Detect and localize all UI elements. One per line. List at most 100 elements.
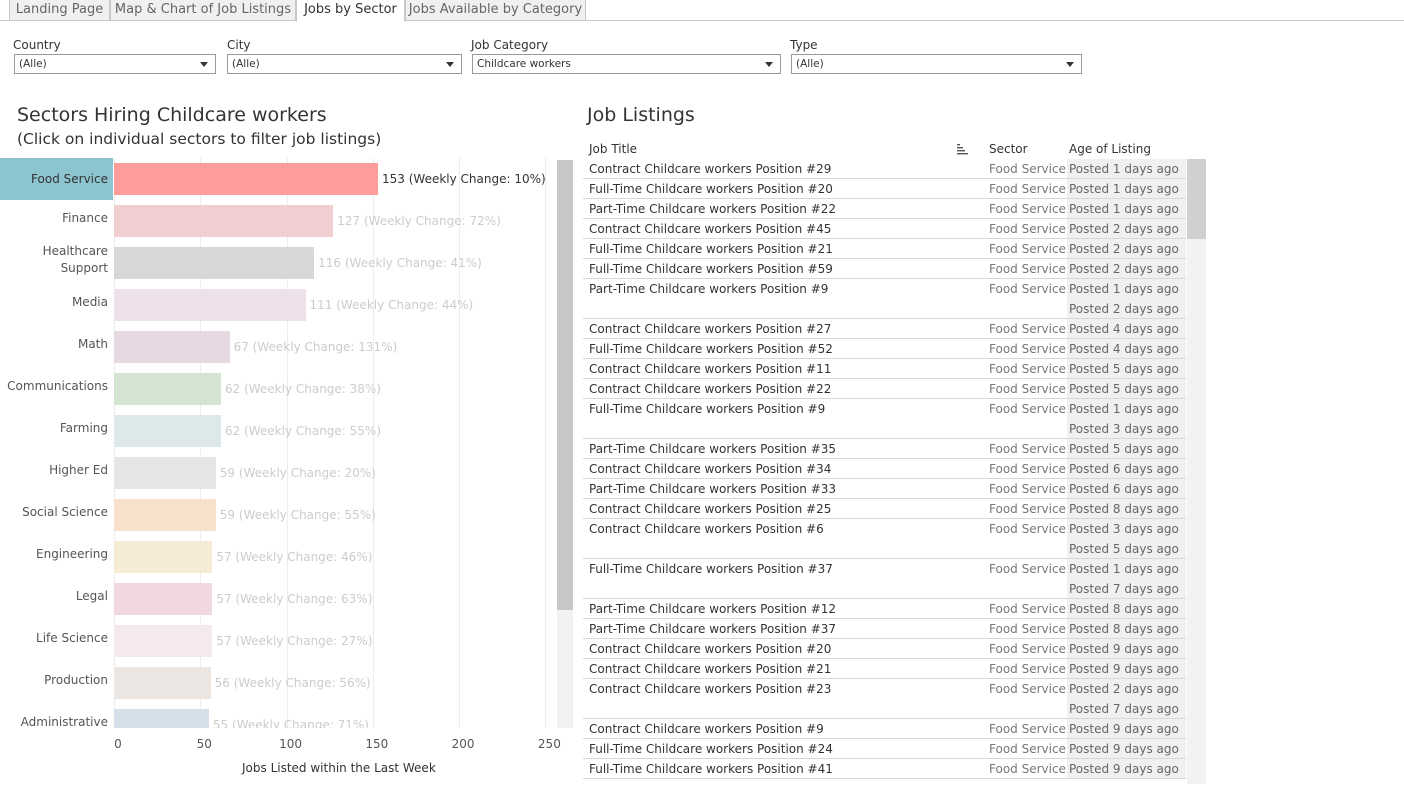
gridline — [545, 158, 547, 728]
city-dropdown[interactable]: (Alle) — [227, 54, 462, 74]
table-row[interactable]: Full-Time Childcare workers Position #52… — [583, 339, 1186, 359]
sector-bar[interactable] — [114, 373, 221, 405]
sector-cell: Food Service — [989, 642, 1066, 656]
sector-cell: Food Service — [989, 402, 1066, 416]
job-title-cell: Part-Time Childcare workers Position #37 — [589, 622, 837, 636]
sector-label[interactable]: Healthcare Support — [0, 244, 108, 276]
city-dropdown-value: (Alle) — [232, 58, 260, 70]
table-row[interactable]: Full-Time Childcare workers Position #9 F… — [583, 399, 1186, 439]
sector-bar[interactable] — [114, 247, 315, 279]
table-row[interactable]: Contract Childcare workers Position #25 F… — [583, 499, 1186, 519]
table-row[interactable]: Contract Childcare workers Position #27 F… — [583, 319, 1186, 339]
sector-label[interactable]: Farming — [0, 412, 108, 444]
job-title-cell: Full-Time Childcare workers Position #20 — [589, 182, 833, 196]
table-row[interactable]: Full-Time Childcare workers Position #21… — [583, 239, 1186, 259]
table-row[interactable]: Contract Childcare workers Position #22 F… — [583, 379, 1186, 399]
sector-label[interactable]: Food Service — [0, 158, 113, 200]
job-title-cell: Contract Childcare workers Position #9 — [589, 722, 824, 736]
column-header-sector[interactable]: Sector — [989, 142, 1028, 156]
table-row[interactable]: Part-Time Childcare workers Position #9 F… — [583, 279, 1186, 319]
table-row[interactable]: Part-Time Childcare workers Position #33… — [583, 479, 1186, 499]
table-row[interactable]: Contract Childcare workers Position #34 F… — [583, 459, 1186, 479]
x-axis-tick-label: 0 — [114, 737, 122, 751]
chart-scrollbar-thumb[interactable] — [557, 160, 573, 610]
table-row[interactable]: Full-Time Childcare workers Position #59… — [583, 259, 1186, 279]
table-row[interactable]: Part-Time Childcare workers Position #37… — [583, 619, 1186, 639]
age-cell: Posted 5 days ago — [1067, 379, 1186, 398]
sector-cell: Food Service — [989, 522, 1066, 536]
bar-value-label: 59 (Weekly Change: 55%) — [219, 508, 376, 522]
table-row[interactable]: Contract Childcare workers Position #21 F… — [583, 659, 1186, 679]
table-row[interactable]: Contract Childcare workers Position #29 F… — [583, 159, 1186, 179]
sector-label[interactable]: Production — [0, 664, 108, 696]
job-title-cell: Contract Childcare workers Position #11 — [589, 362, 832, 376]
tab-jobs-available-by-category[interactable]: Jobs Available by Category — [405, 0, 586, 21]
age-cell: Posted 4 days ago — [1067, 339, 1186, 358]
table-row[interactable]: Contract Childcare workers Position #9 Fo… — [583, 719, 1186, 739]
x-axis-tick-label: 250 — [537, 737, 561, 751]
table-row[interactable]: Contract Childcare workers Position #11 F… — [583, 359, 1186, 379]
tab-bar: Landing Page Map & Chart of Job Listings… — [0, 0, 1404, 22]
sector-cell: Food Service — [989, 502, 1066, 516]
job-title-cell: Full-Time Childcare workers Position #24 — [589, 742, 833, 756]
listings-scrollbar-thumb[interactable] — [1187, 159, 1206, 239]
table-row[interactable]: Contract Childcare workers Position #20 F… — [583, 639, 1186, 659]
tab-landing-page[interactable]: Landing Page — [9, 0, 110, 21]
chart-scrollbar[interactable] — [557, 160, 573, 728]
sector-label[interactable]: Higher Ed — [0, 454, 108, 486]
sector-label[interactable]: Social Science — [0, 496, 108, 528]
sector-label[interactable]: Finance — [0, 202, 108, 234]
listings-scrollbar[interactable] — [1187, 159, 1206, 784]
sector-bar[interactable] — [114, 457, 216, 489]
age-cell: Posted 2 days ago — [1067, 239, 1186, 258]
sector-bar[interactable] — [114, 709, 209, 728]
sector-bar[interactable] — [114, 625, 213, 657]
table-row[interactable]: Full-Time Childcare workers Position #24… — [583, 739, 1186, 759]
sector-bar[interactable] — [114, 499, 216, 531]
job-title-cell: Full-Time Childcare workers Position #21 — [589, 242, 833, 256]
bar-value-label: 56 (Weekly Change: 56%) — [214, 676, 371, 690]
sector-bar[interactable] — [114, 583, 213, 615]
sector-label[interactable]: Life Science — [0, 622, 108, 654]
sector-bar[interactable] — [114, 205, 334, 237]
age-cell: Posted 1 days ago — [1067, 559, 1186, 579]
sector-label[interactable]: Administrative — [0, 706, 108, 729]
type-dropdown[interactable]: (Alle) — [791, 54, 1082, 74]
tab-jobs-by-sector[interactable]: Jobs by Sector — [296, 0, 405, 22]
sort-icon[interactable] — [956, 143, 968, 155]
sector-label[interactable]: Communications — [0, 370, 108, 402]
job-title-cell: Part-Time Childcare workers Position #9 — [589, 282, 829, 296]
sector-bar[interactable] — [114, 667, 211, 699]
table-row[interactable]: Part-Time Childcare workers Position #22… — [583, 199, 1186, 219]
sector-bar[interactable] — [114, 415, 221, 447]
job-category-dropdown-value: Childcare workers — [477, 58, 571, 70]
table-row[interactable]: Contract Childcare workers Position #45 F… — [583, 219, 1186, 239]
sector-bar[interactable] — [114, 289, 306, 321]
table-row[interactable]: Contract Childcare workers Position #23 F… — [583, 679, 1186, 719]
sector-label[interactable]: Legal — [0, 580, 108, 612]
job-title-cell: Full-Time Childcare workers Position #59 — [589, 262, 833, 276]
job-title-cell: Full-Time Childcare workers Position #9 — [589, 402, 826, 416]
sector-label[interactable]: Media — [0, 286, 108, 318]
sector-bar[interactable] — [114, 163, 378, 195]
table-row[interactable]: Part-Time Childcare workers Position #12… — [583, 599, 1186, 619]
bar-value-label: 57 (Weekly Change: 63%) — [216, 592, 373, 606]
sector-cell: Food Service — [989, 342, 1066, 356]
age-cell: Posted 9 days ago — [1067, 759, 1186, 778]
country-dropdown[interactable]: (Alle) — [14, 54, 216, 74]
table-row[interactable]: Part-Time Childcare workers Position #35… — [583, 439, 1186, 459]
table-row[interactable]: Full-Time Childcare workers Position #37… — [583, 559, 1186, 599]
sector-label[interactable]: Engineering — [0, 538, 108, 570]
sector-bar[interactable] — [114, 541, 213, 573]
table-row[interactable]: Full-Time Childcare workers Position #20… — [583, 179, 1186, 199]
chevron-down-icon — [446, 62, 454, 67]
table-row[interactable]: Full-Time Childcare workers Position #41… — [583, 759, 1186, 779]
column-header-age[interactable]: Age of Listing — [1069, 142, 1151, 156]
sector-label[interactable]: Math — [0, 328, 108, 360]
job-title-cell: Part-Time Childcare workers Position #35 — [589, 442, 837, 456]
job-category-dropdown[interactable]: Childcare workers — [472, 54, 781, 74]
table-row[interactable]: Contract Childcare workers Position #6 Fo… — [583, 519, 1186, 559]
column-header-job-title[interactable]: Job Title — [589, 142, 637, 156]
tab-map-chart[interactable]: Map & Chart of Job Listings — [110, 0, 296, 21]
sector-bar[interactable] — [114, 331, 230, 363]
